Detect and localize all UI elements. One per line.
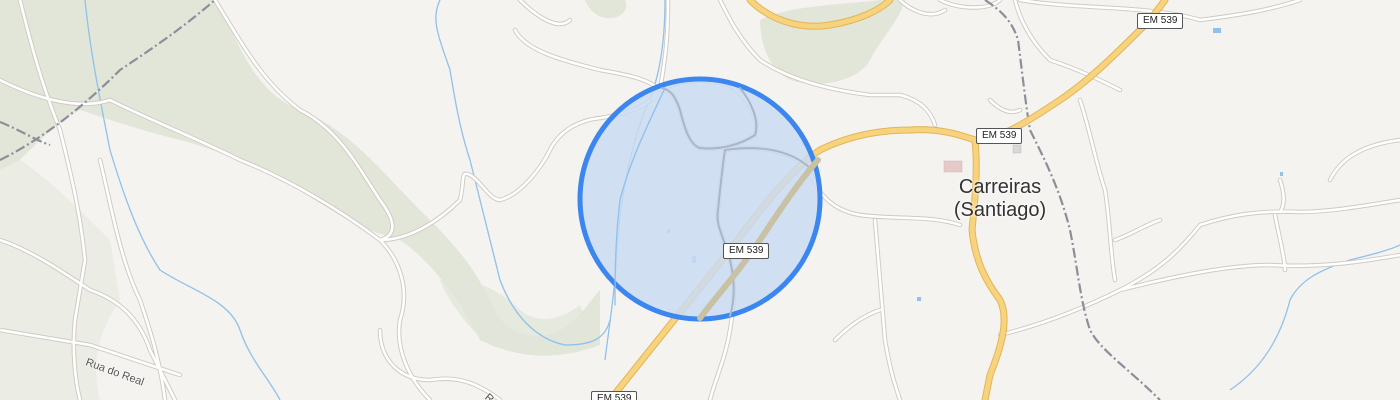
place-name: Carreiras (958, 176, 1042, 198)
place-parish: (Santiago) (953, 199, 1047, 221)
pond (1280, 172, 1283, 176)
road-shield-em539[interactable]: EM 539 (976, 128, 1023, 144)
buildings (943, 144, 1022, 173)
building (1012, 144, 1022, 154)
forest-area (440, 279, 590, 348)
map-canvas[interactable]: EM 539 EM 539 EM 539 EM 539 Carreiras (S… (0, 0, 1400, 400)
forest-area (585, 0, 627, 19)
map-layer (0, 0, 1400, 400)
road-shield-em539[interactable]: EM 539 (1137, 13, 1184, 29)
building (943, 160, 963, 173)
pond (1213, 28, 1221, 33)
road-shield-em539[interactable]: EM 539 (723, 243, 770, 259)
road-shield-em539[interactable]: EM 539 (591, 391, 638, 400)
selection-radius-circle[interactable] (577, 76, 823, 322)
pond (917, 297, 921, 301)
place-label-carreiras[interactable]: Carreiras (Santiago) (940, 176, 1060, 222)
